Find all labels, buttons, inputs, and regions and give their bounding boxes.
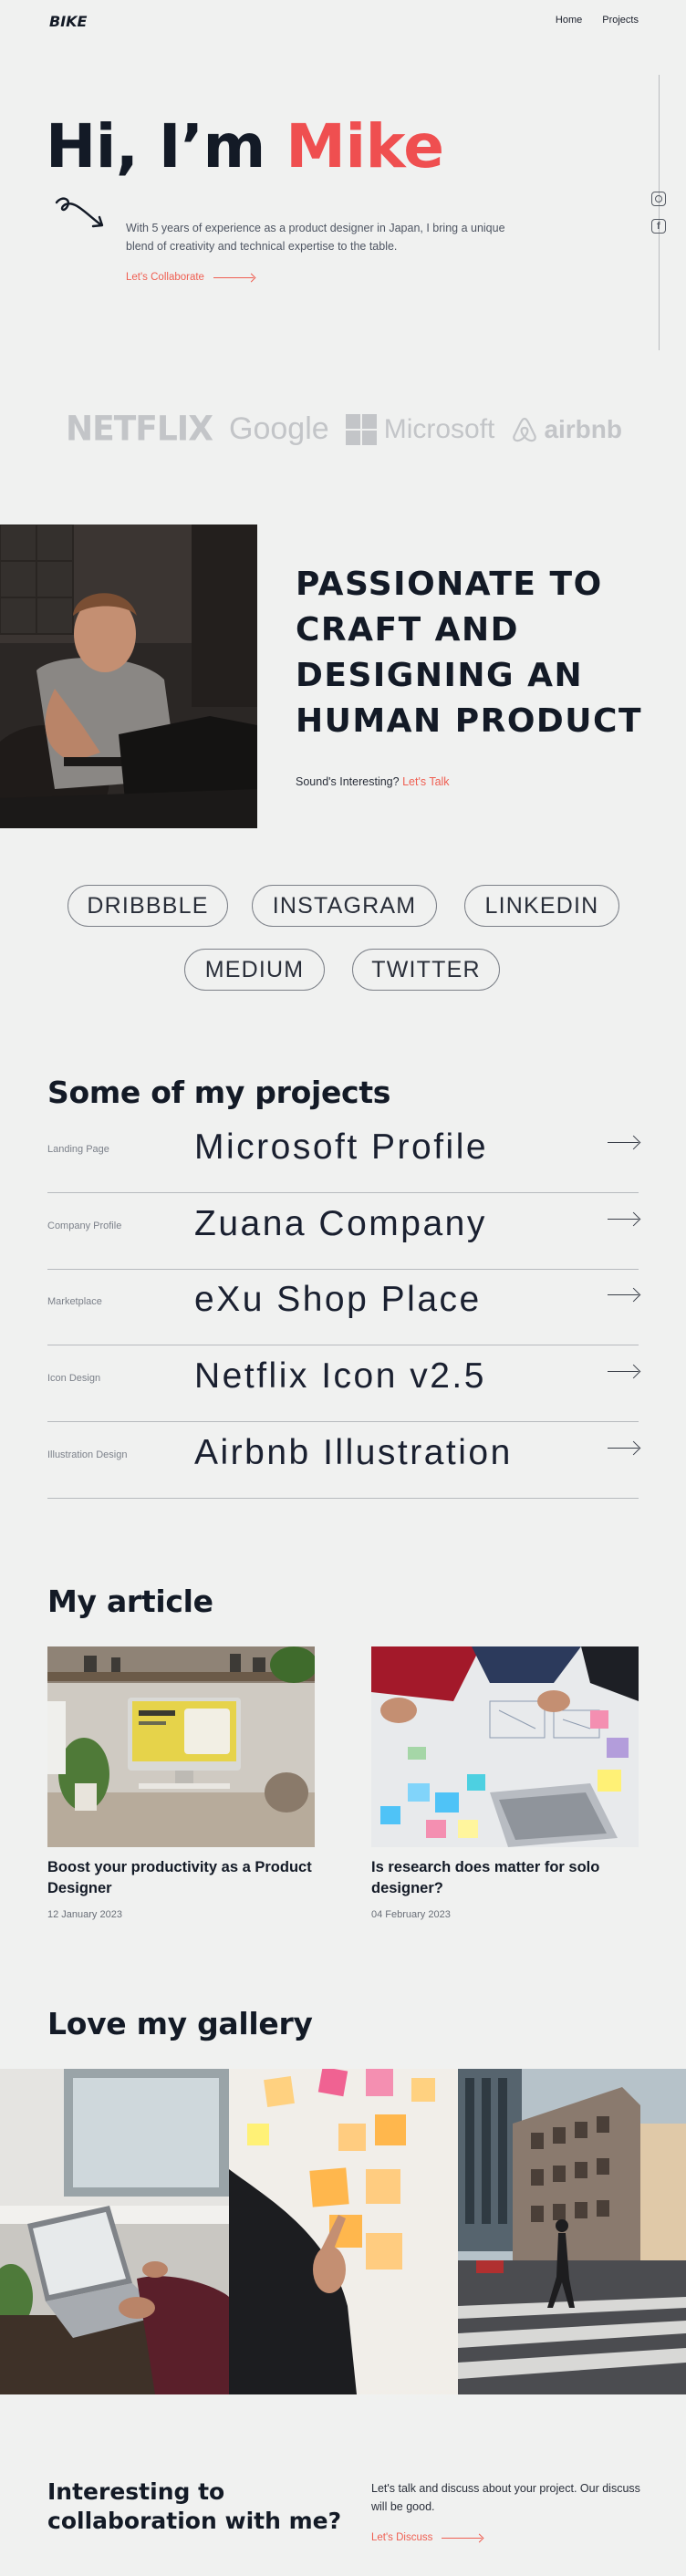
- arrow-right-icon: [608, 1142, 639, 1144]
- project-row[interactable]: Company Profile Zuana Company: [47, 1193, 639, 1270]
- logo[interactable]: BIKE: [47, 11, 88, 31]
- article-date: 12 January 2023: [47, 1909, 122, 1920]
- footer-description: Let's talk and discuss about your projec…: [371, 2482, 640, 2513]
- airbnb-logo-icon: [513, 417, 537, 441]
- gallery-title: Love my gallery: [47, 2006, 313, 2041]
- pill-dribbble[interactable]: DRIBBBLE: [68, 885, 228, 927]
- project-category: Company Profile: [47, 1220, 122, 1231]
- lets-talk-link[interactable]: Let's Talk: [402, 775, 450, 788]
- passion-title-line: PASSIONATE TO: [296, 566, 603, 603]
- gallery-image-sticky-notes: [229, 2069, 458, 2394]
- microsoft-logo-icon: [345, 413, 377, 445]
- footer-title-text: Interesting to collaboration with me?: [47, 2478, 342, 2534]
- gallery-image-street: [458, 2069, 686, 2394]
- nav-home[interactable]: Home: [556, 15, 582, 26]
- project-category: Landing Page: [47, 1144, 109, 1155]
- project-row[interactable]: Landing Page Microsoft Profile: [47, 1117, 639, 1193]
- collaborate-link[interactable]: Let's Collaborate: [126, 272, 254, 283]
- arrow-right-icon: [608, 1219, 639, 1220]
- passion-title-line: DESIGNING AN: [296, 657, 584, 694]
- brand-logos: NETFLIX Google Microsoft airbnb: [66, 409, 622, 450]
- pill-linkedin[interactable]: LINKEDIN: [464, 885, 619, 927]
- hero-greeting: Hi, I’m: [46, 111, 286, 182]
- article-image-desk[interactable]: [47, 1646, 315, 1847]
- articles-title: My article: [47, 1584, 213, 1619]
- brand-microsoft-text: Microsoft: [383, 413, 495, 444]
- portrait-photo: [0, 525, 257, 828]
- brand-microsoft: Microsoft: [345, 413, 495, 445]
- logo-text: BIKE: [49, 13, 88, 30]
- top-nav: Home Projects: [556, 15, 639, 26]
- vertical-divider: [659, 75, 660, 350]
- instagram-icon[interactable]: [651, 192, 666, 206]
- article-date: 04 February 2023: [371, 1909, 451, 1920]
- projects-title: Some of my projects: [47, 1075, 391, 1110]
- gallery-image-laptop: [0, 2069, 229, 2394]
- project-name: eXu Shop Place: [194, 1280, 482, 1319]
- hero-description: With 5 years of experience as a product …: [126, 222, 505, 253]
- footer-title: Interesting to collaboration with me?: [47, 2477, 348, 2536]
- nav-projects[interactable]: Projects: [602, 15, 639, 26]
- passion-sub-text: Sound's Interesting?: [296, 775, 403, 788]
- project-name: Zuana Company: [194, 1204, 487, 1243]
- passion-title: PASSIONATE TO CRAFT AND DESIGNING AN HUM…: [296, 562, 660, 744]
- pill-medium[interactable]: MEDIUM: [184, 949, 325, 991]
- project-category: Illustration Design: [47, 1449, 128, 1460]
- arrow-right-icon: [608, 1371, 639, 1373]
- project-row[interactable]: Icon Design Netflix Icon v2.5: [47, 1345, 639, 1422]
- pill-instagram[interactable]: INSTAGRAM: [252, 885, 437, 927]
- project-name: Airbnb Illustration: [194, 1433, 513, 1472]
- passion-title-line: HUMAN PRODUCT: [296, 702, 643, 740]
- brand-airbnb: airbnb: [511, 415, 622, 444]
- article-title[interactable]: Boost your productivity as a Product Des…: [47, 1857, 315, 1899]
- article-image-research[interactable]: [371, 1646, 639, 1847]
- discuss-link[interactable]: Let's Discuss: [371, 2532, 483, 2543]
- arrow-right-icon: [608, 1294, 639, 1296]
- arrow-right-icon: [442, 2537, 483, 2539]
- brand-google: Google: [229, 411, 329, 446]
- discuss-label: Let's Discuss: [371, 2532, 433, 2543]
- squiggle-arrow-icon: [55, 197, 104, 228]
- arrow-right-icon: [213, 276, 254, 278]
- pill-twitter[interactable]: TWITTER: [352, 949, 500, 991]
- brand-airbnb-text: airbnb: [544, 414, 622, 443]
- passion-subtext: Sound's Interesting? Let's Talk: [296, 775, 450, 788]
- project-name: Microsoft Profile: [194, 1127, 489, 1167]
- hero-name: Mike: [286, 111, 444, 182]
- project-category: Marketplace: [47, 1296, 102, 1307]
- project-name: Netflix Icon v2.5: [194, 1356, 486, 1396]
- project-row[interactable]: Marketplace eXu Shop Place: [47, 1269, 639, 1345]
- facebook-icon[interactable]: f: [651, 219, 666, 234]
- passion-title-line: CRAFT AND: [296, 611, 520, 649]
- article-title[interactable]: Is research does matter for solo designe…: [371, 1857, 639, 1899]
- hero-title: Hi, I’m Mike: [46, 111, 444, 182]
- brand-netflix: NETFLIX: [66, 409, 213, 450]
- project-row[interactable]: Illustration Design Airbnb Illustration: [47, 1422, 639, 1499]
- arrow-right-icon: [608, 1448, 639, 1449]
- collaborate-label: Let's Collaborate: [126, 272, 204, 283]
- project-category: Icon Design: [47, 1373, 101, 1384]
